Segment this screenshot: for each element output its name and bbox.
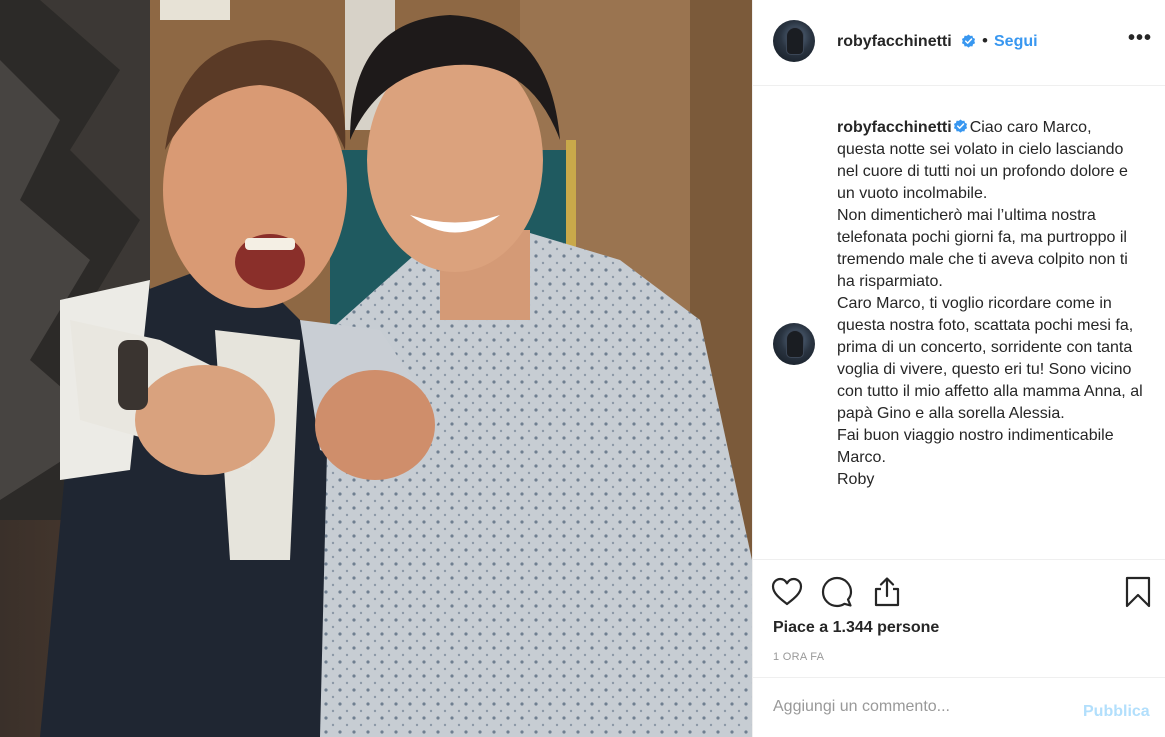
post-header: robyfacchinetti • Segui ••• xyxy=(753,0,1165,86)
caption-avatar[interactable] xyxy=(773,323,815,365)
comment-input[interactable] xyxy=(773,696,1073,718)
header-separator: • xyxy=(982,31,988,50)
post-caption: robyfacchinetti Ciao caro Marco, questa n… xyxy=(837,117,1147,491)
comment-icon[interactable] xyxy=(820,575,854,609)
caption-username[interactable]: robyfacchinetti xyxy=(837,119,952,136)
comments-section: robyfacchinetti Ciao caro Marco, questa n… xyxy=(753,87,1165,559)
bookmark-icon[interactable] xyxy=(1121,575,1155,609)
post-side-panel: robyfacchinetti • Segui ••• robyfacchine… xyxy=(752,0,1165,737)
caption-verified-badge-icon xyxy=(953,119,967,133)
share-icon[interactable] xyxy=(870,575,904,609)
post-photo[interactable] xyxy=(0,0,752,737)
post-timestamp[interactable]: 1 ORA FA xyxy=(773,651,824,663)
heart-icon[interactable] xyxy=(770,575,804,609)
author-username[interactable]: robyfacchinetti xyxy=(837,33,952,51)
publish-button[interactable]: Pubblica xyxy=(1083,703,1150,721)
author-avatar[interactable] xyxy=(773,20,815,62)
caption-text: Ciao caro Marco, questa notte sei volato… xyxy=(837,119,1143,488)
likes-count[interactable]: Piace a 1.344 persone xyxy=(773,619,939,637)
add-comment-bar: Pubblica xyxy=(753,677,1165,737)
follow-button[interactable]: Segui xyxy=(994,33,1038,51)
verified-badge-icon xyxy=(961,34,976,48)
post-actions: Piace a 1.344 persone 1 ORA FA xyxy=(753,559,1165,677)
photo-illustration xyxy=(0,0,752,737)
more-options-icon[interactable]: ••• xyxy=(1127,28,1153,54)
